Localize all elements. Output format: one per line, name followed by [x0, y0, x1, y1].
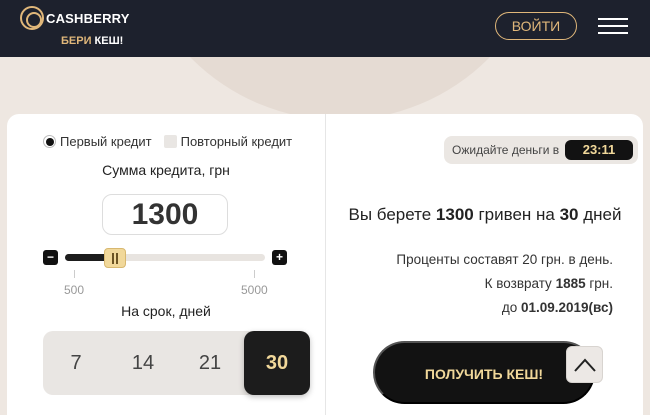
login-button[interactable]: ВОЙТИ — [495, 12, 577, 40]
interest-text: Проценты составят 20 грн. в день. — [396, 252, 613, 267]
term-selector: 7 14 21 30 — [43, 331, 310, 395]
due-date: 01.09.2019(вс) — [520, 300, 613, 315]
hamburger-menu-icon[interactable] — [598, 18, 628, 34]
term-option-14[interactable]: 14 — [110, 331, 176, 395]
summary-prefix: Вы берете — [348, 205, 436, 224]
amount-input[interactable]: 1300 — [102, 194, 228, 235]
slider-max-label: 5000 — [241, 283, 268, 297]
term-option-7[interactable]: 7 — [43, 331, 109, 395]
repeat-credit-label[interactable]: Повторный кредит — [181, 134, 293, 149]
logo-icon — [20, 6, 44, 30]
slogan: БЕРИ КЕШ! — [61, 35, 123, 47]
wait-label: Ожидайте деньги в — [452, 143, 560, 157]
term-title: На срок, дней — [121, 303, 211, 319]
return-amount-text: К возврату 1885 грн. — [485, 276, 613, 291]
slider-min-tick — [74, 270, 75, 278]
credit-type-selector: Первый кредит Повторный кредит — [43, 134, 292, 149]
summary-suffix: дней — [578, 205, 622, 224]
top-header: CASHBERRY БЕРИ КЕШ! ВОЙТИ — [0, 0, 650, 57]
slogan-text: КЕШ! — [94, 35, 124, 47]
first-credit-radio[interactable] — [43, 135, 56, 148]
loan-calculator: Первый кредит Повторный кредит Сумма кре… — [7, 114, 325, 415]
chevron-up-icon — [573, 358, 596, 372]
amount-slider-handle[interactable] — [104, 248, 126, 268]
timer: 23:11 — [565, 140, 633, 160]
summary-amount: 1300 — [435, 205, 474, 224]
return-suffix: грн. — [585, 276, 613, 291]
slider-min-label: 500 — [64, 283, 85, 297]
repeat-credit-checkbox[interactable] — [163, 135, 177, 148]
return-amount: 1885 — [555, 276, 586, 291]
term-option-30[interactable]: 30 — [244, 331, 310, 395]
summary-days: 30 — [559, 205, 579, 224]
amount-title: Сумма кредита, грн — [102, 162, 230, 178]
first-credit-label[interactable]: Первый кредит — [60, 134, 152, 149]
slider-max-tick — [254, 270, 255, 278]
decrease-amount-button[interactable]: − — [43, 250, 58, 265]
due-prefix: до — [501, 300, 521, 315]
summary-text: Вы берете 1300 гривен на 30 дней — [326, 205, 644, 225]
logo-text: CASHBERRY — [46, 10, 130, 26]
slogan-accent: БЕРИ — [61, 35, 95, 47]
logo[interactable]: CASHBERRY — [20, 5, 130, 31]
wait-time-badge: Ожидайте деньги в 23:11 — [444, 136, 638, 164]
return-prefix: К возврату — [484, 276, 556, 291]
increase-amount-button[interactable]: + — [272, 250, 287, 265]
scroll-to-top-button[interactable] — [566, 346, 603, 383]
summary-mid: гривен на — [473, 205, 560, 224]
get-cash-button[interactable]: ПОЛУЧИТЬ КЕШ! — [373, 341, 595, 404]
due-date-text: до 01.09.2019(вс) — [502, 300, 613, 315]
amount-slider-track[interactable] — [65, 254, 265, 261]
term-option-21[interactable]: 21 — [177, 331, 243, 395]
